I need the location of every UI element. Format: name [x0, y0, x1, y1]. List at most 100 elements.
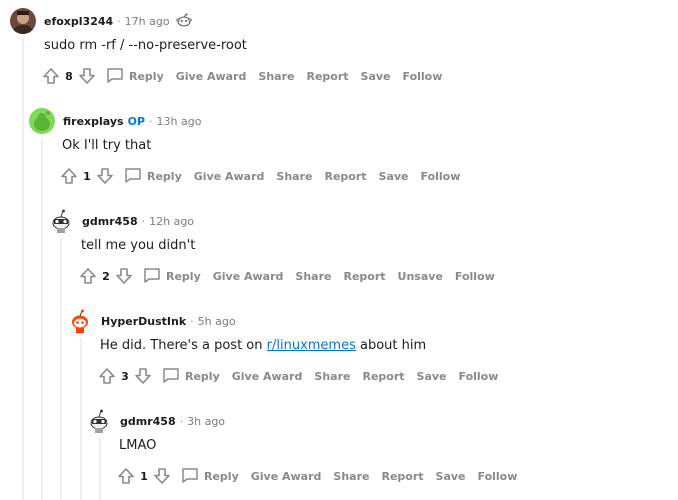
username[interactable]: efoxpl3244 [44, 15, 113, 28]
give-award-button[interactable]: Give Award [251, 470, 322, 483]
subreddit-link[interactable]: r/linuxmemes [267, 338, 356, 353]
vote-score: 1 [83, 169, 91, 183]
follow-button[interactable]: Follow [478, 470, 518, 483]
upvote-button[interactable] [77, 265, 99, 287]
timestamp[interactable]: 17h ago [125, 15, 170, 28]
report-button[interactable]: Report [324, 170, 366, 183]
upvote-arrow-icon [80, 268, 96, 284]
upvote-arrow-icon [118, 468, 134, 484]
thread-line-level-5[interactable] [99, 438, 101, 500]
thread-line-level-3[interactable] [60, 238, 62, 500]
comment-actions: 8 Reply Give Award Share Report Save Fol… [40, 65, 454, 87]
report-button[interactable]: Report [362, 370, 404, 383]
comment-actions: 1 Reply Give Award Share Report Save Fol… [58, 165, 472, 187]
follow-button[interactable]: Follow [455, 270, 495, 283]
give-award-button[interactable]: Give Award [194, 170, 265, 183]
give-award-button[interactable]: Give Award [232, 370, 303, 383]
follow-button[interactable]: Follow [403, 70, 443, 83]
save-button[interactable]: Save [417, 370, 447, 383]
save-button[interactable]: Save [361, 70, 391, 83]
op-badge: OP [127, 114, 146, 128]
thread-line-level-1[interactable] [22, 38, 24, 500]
save-button[interactable]: Save [379, 170, 409, 183]
speech-bubble-icon [124, 167, 142, 186]
timestamp[interactable]: 5h ago [198, 315, 236, 328]
report-button[interactable]: Report [343, 270, 385, 283]
report-button[interactable]: Report [306, 70, 348, 83]
avatar[interactable] [29, 108, 55, 134]
give-award-button[interactable]: Give Award [213, 270, 284, 283]
comment-actions: 1 Reply Give Award Share Report Save Fol… [115, 465, 529, 487]
reply-button[interactable]: Reply [143, 267, 201, 286]
body-text-after: about him [355, 338, 427, 353]
upvote-button[interactable] [40, 65, 62, 87]
comment-actions: 3 Reply Give Award Share Report Save Fol… [96, 365, 510, 387]
follow-button[interactable]: Follow [421, 170, 461, 183]
avatar[interactable] [10, 8, 36, 34]
reply-label: Reply [147, 169, 182, 183]
comment-header: firexplays OP · 13h ago [29, 108, 201, 134]
comment-actions: 2 Reply Give Award Share Report Unsave F… [77, 265, 507, 287]
reply-button[interactable]: Reply [162, 367, 220, 386]
downvote-button[interactable] [151, 465, 173, 487]
comment-body: Ok I'll try that [62, 138, 152, 153]
timestamp[interactable]: 3h ago [187, 415, 225, 428]
comment-body: He did. There's a post on r/linuxmemes a… [100, 338, 426, 353]
comment-body: sudo rm -rf / --no-preserve-root [44, 38, 247, 53]
downvote-button[interactable] [94, 165, 116, 187]
share-button[interactable]: Share [314, 370, 350, 383]
reply-label: Reply [129, 69, 164, 83]
thread-line-level-2[interactable] [41, 138, 43, 500]
username[interactable]: HyperDustInk [101, 315, 186, 328]
avatar[interactable] [86, 408, 112, 434]
speech-bubble-icon [143, 267, 161, 286]
downvote-button[interactable] [132, 365, 154, 387]
username[interactable]: firexplays [63, 115, 124, 128]
avatar[interactable] [67, 308, 93, 334]
share-button[interactable]: Share [276, 170, 312, 183]
comment-header: HyperDustInk · 5h ago [67, 308, 236, 334]
downvote-arrow-icon [116, 268, 132, 284]
reply-button[interactable]: Reply [106, 67, 164, 86]
timestamp[interactable]: 12h ago [149, 215, 194, 228]
give-award-button[interactable]: Give Award [176, 70, 247, 83]
upvote-arrow-icon [61, 168, 77, 184]
comment-header: gdmr458 · 3h ago [86, 408, 225, 434]
downvote-arrow-icon [135, 368, 151, 384]
downvote-arrow-icon [79, 68, 95, 84]
vote-score: 1 [140, 469, 148, 483]
username[interactable]: gdmr458 [82, 215, 138, 228]
avatar[interactable] [48, 208, 74, 234]
speech-bubble-icon [181, 467, 199, 486]
upvote-arrow-icon [99, 368, 115, 384]
share-button[interactable]: Share [295, 270, 331, 283]
speech-bubble-icon [106, 67, 124, 86]
thread-line-level-4[interactable] [80, 338, 82, 500]
reply-label: Reply [166, 269, 201, 283]
meta-separator: · [117, 14, 121, 28]
snoo-award-icon[interactable] [175, 12, 192, 31]
reply-button[interactable]: Reply [124, 167, 182, 186]
comment-body: tell me you didn't [81, 238, 196, 253]
timestamp[interactable]: 13h ago [157, 115, 202, 128]
vote-score: 8 [65, 69, 73, 83]
comment-header: efoxpl3244 · 17h ago [10, 8, 192, 34]
vote-score: 3 [121, 369, 129, 383]
meta-separator: · [141, 214, 146, 228]
share-button[interactable]: Share [333, 470, 369, 483]
downvote-button[interactable] [113, 265, 135, 287]
reply-label: Reply [185, 369, 220, 383]
unsave-button[interactable]: Unsave [398, 270, 443, 283]
follow-button[interactable]: Follow [459, 370, 499, 383]
share-button[interactable]: Share [258, 70, 294, 83]
save-button[interactable]: Save [436, 470, 466, 483]
vote-score: 2 [102, 269, 110, 283]
comment-body: LMAO [119, 438, 157, 453]
upvote-button[interactable] [58, 165, 80, 187]
report-button[interactable]: Report [381, 470, 423, 483]
downvote-button[interactable] [76, 65, 98, 87]
upvote-button[interactable] [115, 465, 137, 487]
upvote-button[interactable] [96, 365, 118, 387]
username[interactable]: gdmr458 [120, 415, 176, 428]
reply-button[interactable]: Reply [181, 467, 239, 486]
